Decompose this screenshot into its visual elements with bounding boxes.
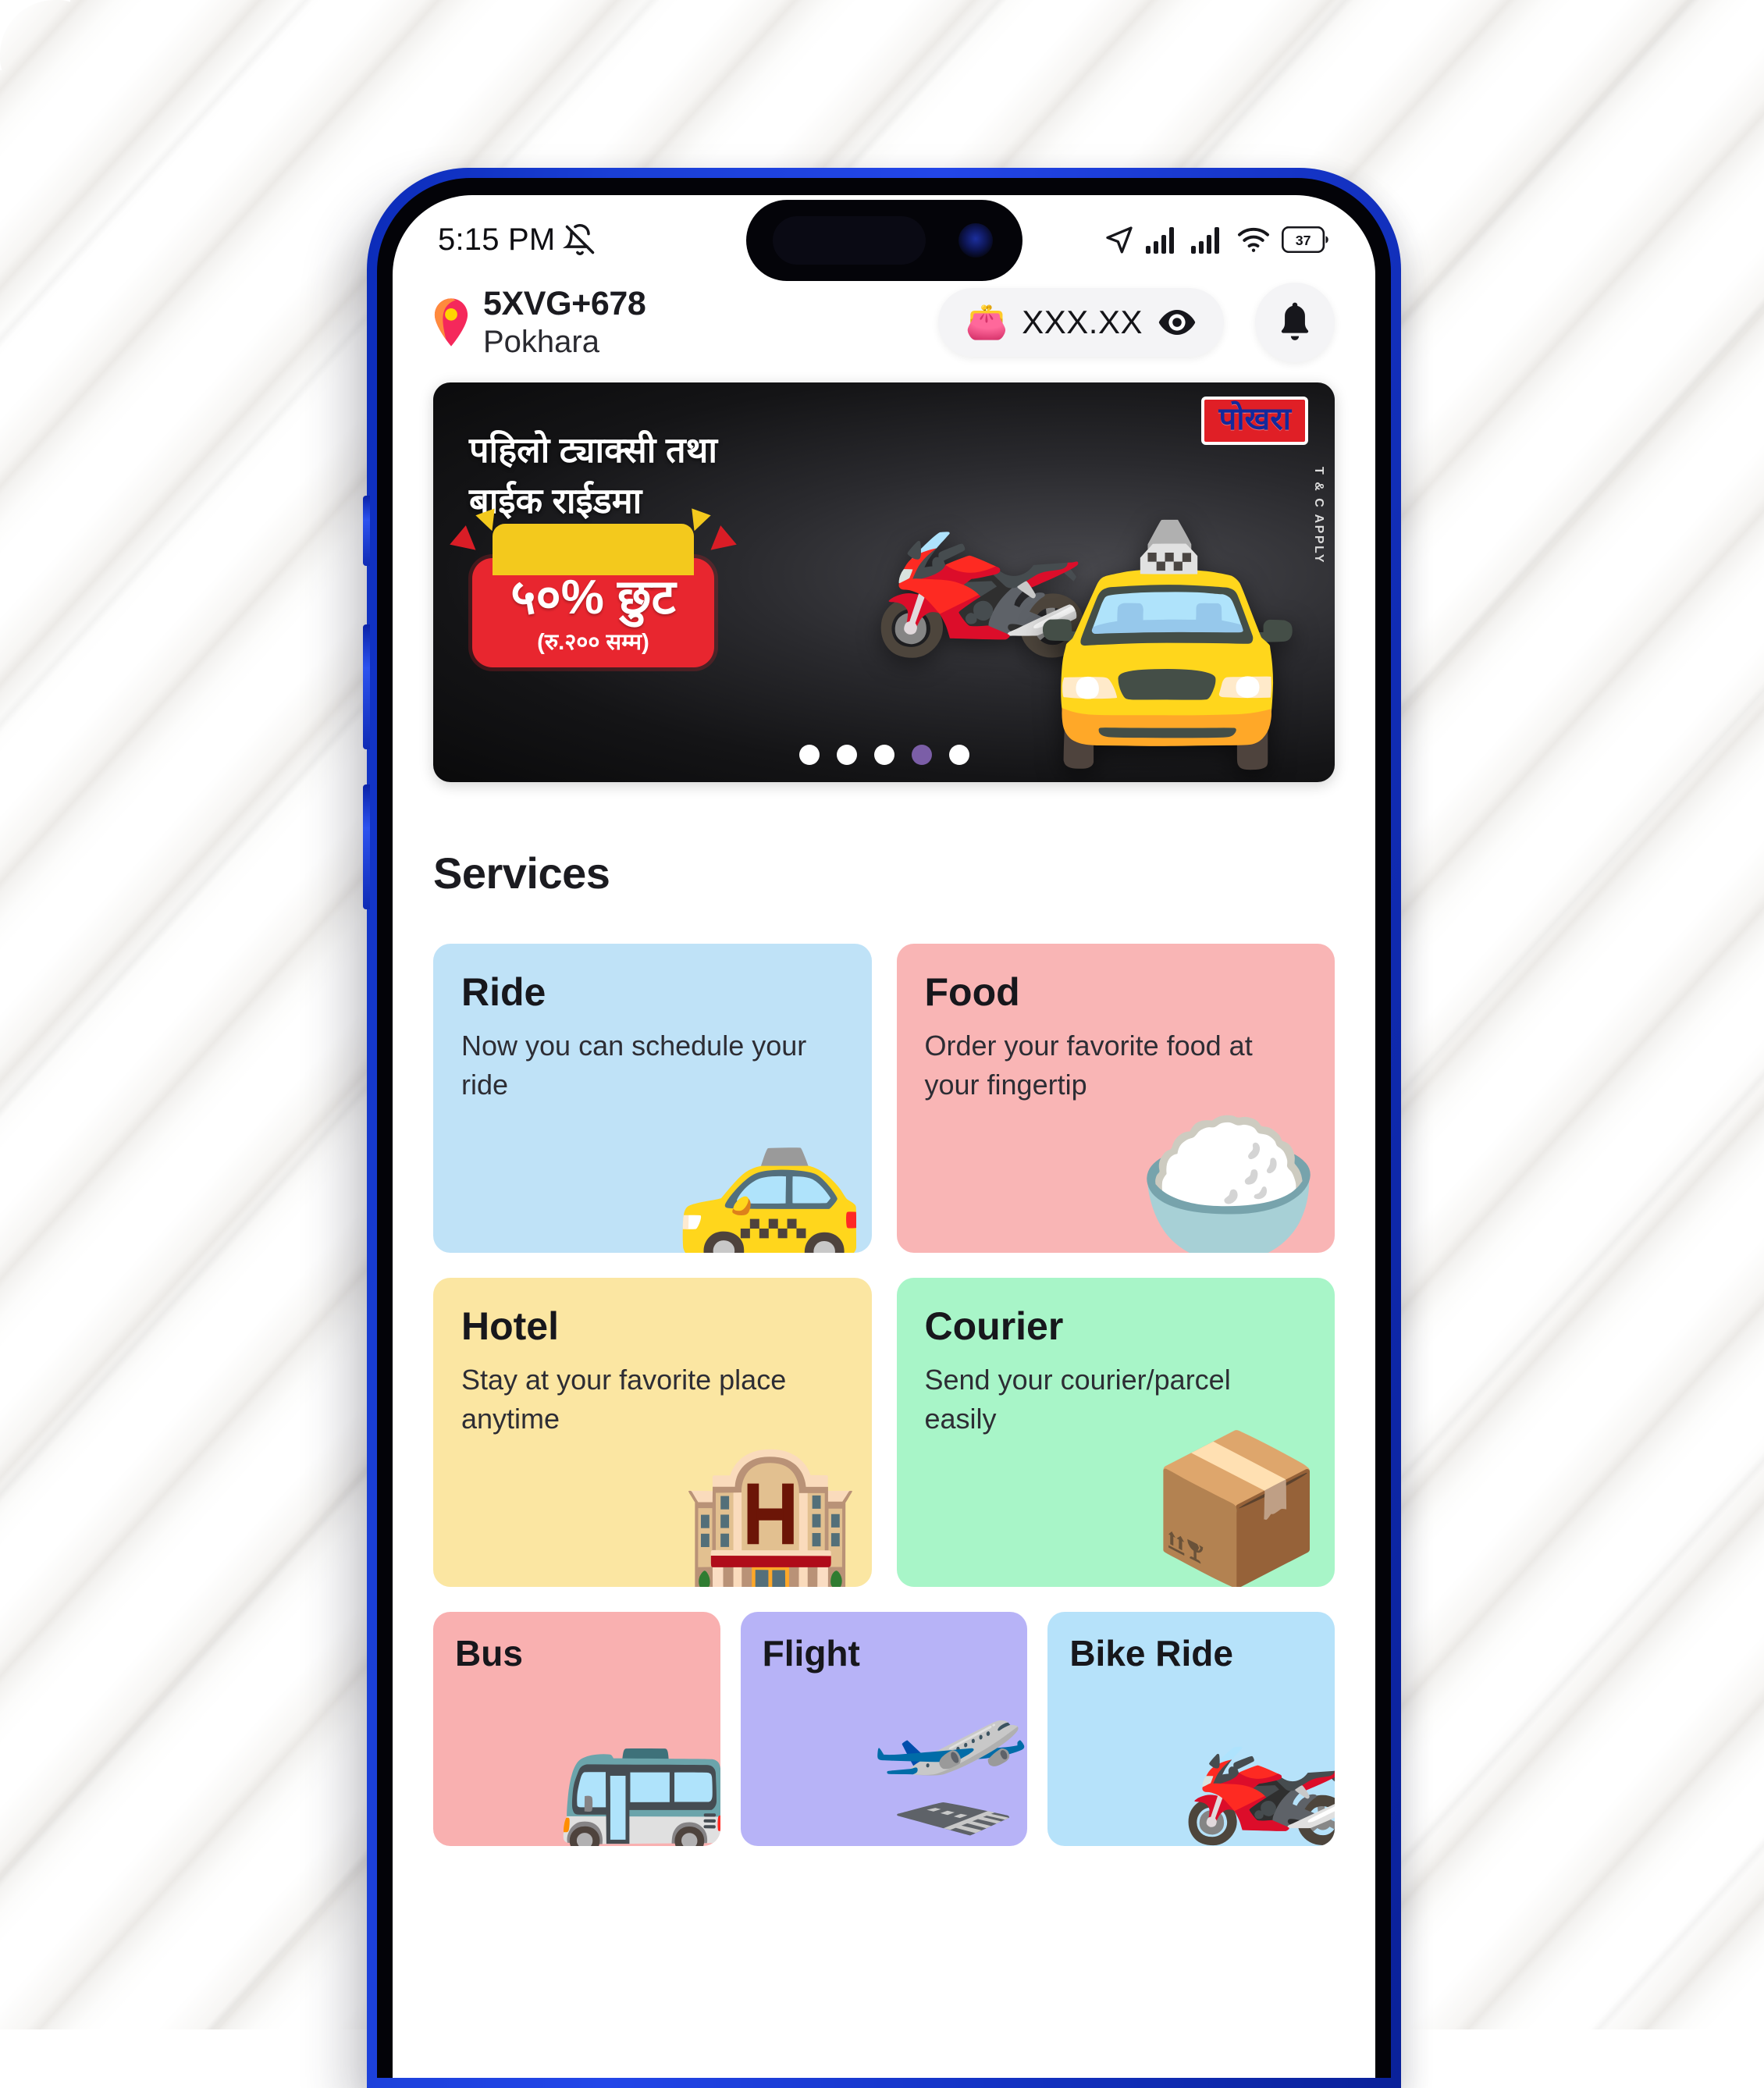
promo-title: पहिलो ट्याक्सी तथा बाईक राईडमा (469, 425, 717, 527)
location-pin-icon (433, 298, 469, 347)
hotel-building-icon: 🏨 (679, 1438, 861, 1588)
discount-card: ५०% छुट (रु.२०० सम्म) (450, 508, 737, 668)
signal-bars-icon (1191, 226, 1225, 254)
service-card-title: Courier (924, 1304, 1064, 1348)
volume-down-button[interactable] (363, 784, 370, 909)
promo-banner-slide[interactable]: पोखरा T & C APPLY पहिलो ट्याक्सी तथा बाई… (433, 382, 1335, 782)
service-card-food[interactable]: Food Order your favorite food at your fi… (896, 944, 1335, 1253)
battery-icon: 37 (1282, 226, 1330, 253)
carousel-dot[interactable] (873, 745, 894, 765)
service-card-desc: Now you can schedule your ride (461, 1030, 807, 1101)
service-card-title: Bike Ride (1069, 1633, 1233, 1674)
wallet-amount-label: XXX.XX (1022, 304, 1143, 340)
carousel-dot[interactable] (948, 745, 969, 765)
phone-screen: 5:15 PM 37 5XVG+678 Pokhara 👛 XXX.XX पोख… (393, 195, 1375, 2078)
signal-bars-icon (1146, 226, 1180, 254)
wallet-balance-chip[interactable]: 👛 XXX.XX (938, 288, 1224, 357)
silent-switch-button[interactable] (363, 496, 370, 566)
promo-title-line1: पहिलो ट्याक्सी तथा (469, 430, 718, 470)
service-card-courier[interactable]: Courier Send your courier/parcel easily … (896, 1278, 1335, 1587)
notifications-button[interactable] (1255, 283, 1335, 362)
carousel-dot-active[interactable] (911, 745, 932, 765)
wallet-emoji-icon: 👛 (965, 303, 1008, 341)
service-card-bike-ride[interactable]: Bike Ride 🏍️ (1047, 1612, 1335, 1846)
discount-percent: ५०% छुट (510, 571, 676, 624)
svg-text:37: 37 (1296, 233, 1311, 248)
service-card-hotel[interactable]: Hotel Stay at your favorite place anytim… (433, 1278, 872, 1587)
service-card-title: Ride (461, 970, 546, 1014)
location-texts: 5XVG+678 Pokhara (483, 284, 924, 361)
bus-icon: 🚌 (556, 1700, 720, 1847)
location-arrow-icon (1104, 224, 1135, 255)
discount-lid (493, 524, 694, 575)
eye-icon[interactable] (1157, 308, 1197, 337)
phone-bezel: 5:15 PM 37 5XVG+678 Pokhara 👛 XXX.XX पोख… (377, 178, 1391, 2078)
terms-conditions-label: T & C APPLY (1312, 467, 1325, 564)
services-mini-grid: Bus 🚌 Flight 🛫 Bike Ride 🏍️ (393, 1587, 1375, 1846)
service-card-title: Bus (455, 1633, 523, 1674)
wifi-icon (1236, 226, 1271, 254)
taxi-icon: 🚕 (672, 1098, 867, 1254)
service-card-title: Hotel (461, 1304, 559, 1348)
service-card-title: Flight (762, 1633, 860, 1674)
status-bar-right: 37 (1104, 224, 1330, 255)
service-card-flight[interactable]: Flight 🛫 (740, 1612, 1028, 1846)
service-card-desc: Stay at your favorite place anytime (461, 1364, 787, 1435)
rice-bowl-icon: 🍚 (1136, 1113, 1321, 1253)
service-card-desc: Order your favorite food at your fingert… (924, 1030, 1253, 1101)
bell-icon (1275, 301, 1315, 344)
status-bar-left: 5:15 PM (438, 222, 597, 258)
status-bar: 5:15 PM 37 (393, 195, 1375, 281)
phone-device: 5:15 PM 37 5XVG+678 Pokhara 👛 XXX.XX पोख… (363, 168, 1401, 2088)
dynamic-island (745, 200, 1022, 281)
earpiece-speaker (772, 216, 926, 265)
service-card-bus[interactable]: Bus 🚌 (433, 1612, 720, 1846)
discount-note: (रु.२०० सम्म) (537, 630, 649, 656)
parcel-boxes-icon: 📦 (1146, 1428, 1327, 1587)
plus-code-label: 5XVG+678 (483, 284, 646, 322)
airplane-icon: 🛫 (869, 1690, 1028, 1837)
front-camera-icon (958, 223, 993, 258)
service-card-desc: Send your courier/parcel easily (924, 1364, 1231, 1435)
service-card-ride[interactable]: Ride Now you can schedule your ride 🚕 (433, 944, 872, 1253)
service-card-title: Food (924, 970, 1020, 1014)
location-header[interactable]: 5XVG+678 Pokhara 👛 XXX.XX (393, 270, 1375, 368)
carousel-dot[interactable] (798, 745, 820, 765)
discount-badge: ५०% छुट (रु.२०० सम्म) (450, 508, 737, 668)
carousel-dots[interactable] (798, 745, 969, 765)
pokhara-badge: पोखरा (1201, 397, 1308, 445)
spark-icon (450, 525, 484, 560)
services-grid: Ride Now you can schedule your ride 🚕 Fo… (393, 898, 1375, 1587)
services-heading: Services (433, 848, 610, 898)
status-time: 5:15 PM (438, 222, 556, 257)
bell-slash-icon (563, 222, 597, 257)
spark-icon (702, 525, 737, 560)
volume-up-button[interactable] (363, 624, 370, 749)
promo-carousel[interactable]: पोखरा T & C APPLY पहिलो ट्याक्सी तथा बाई… (393, 368, 1375, 782)
city-label: Pokhara (483, 325, 599, 360)
carousel-dot[interactable] (836, 745, 857, 765)
motorcycle-icon: 🏍️ (1179, 1689, 1335, 1846)
promo-title-line2: बाईक राईडमा (469, 481, 642, 521)
taxi-car-icon: 🚖 (1026, 518, 1309, 770)
